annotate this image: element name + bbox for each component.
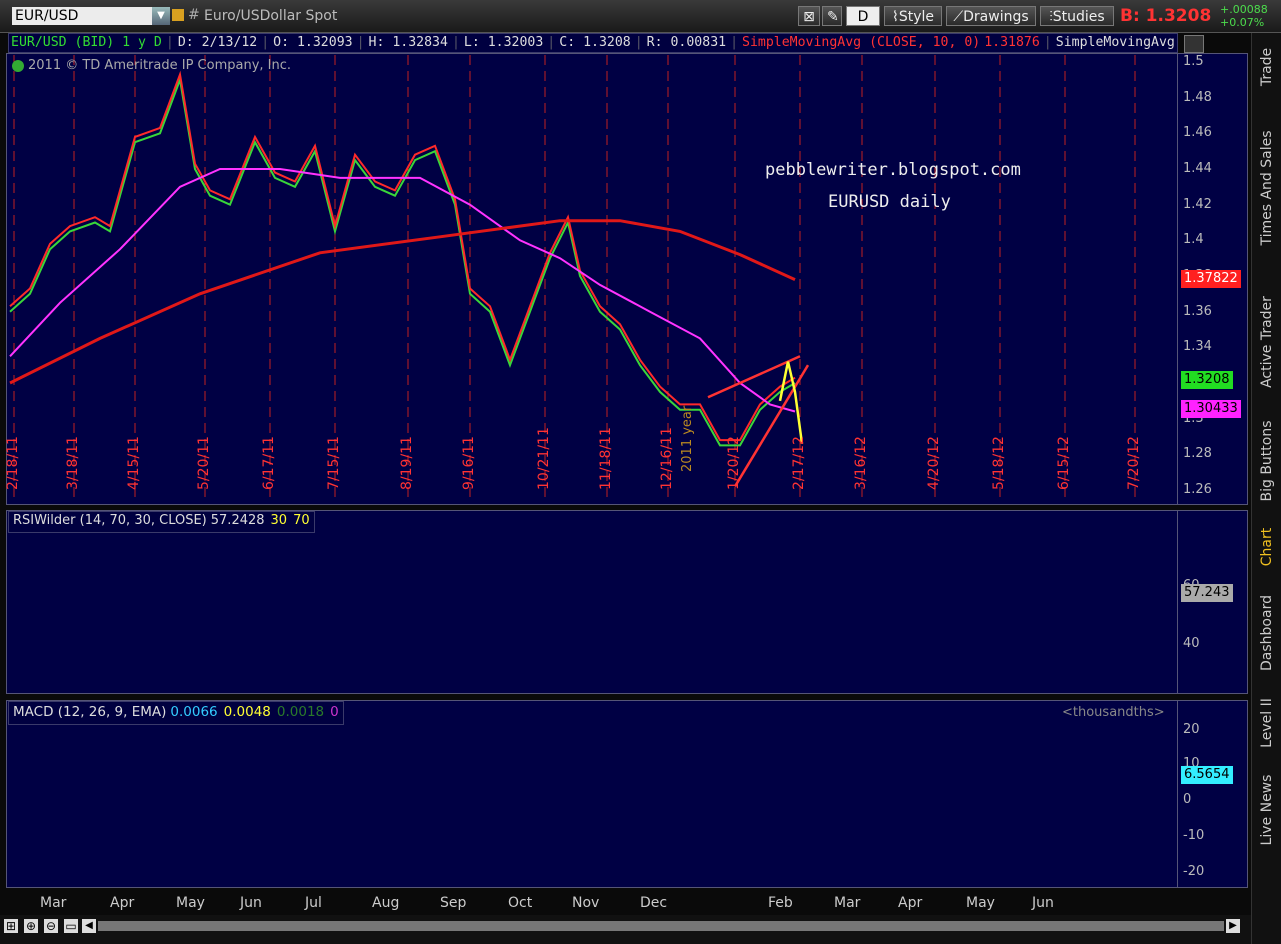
price-axis-label: 1.34 bbox=[1183, 339, 1212, 355]
price-axis-label: 1.4 bbox=[1183, 232, 1204, 248]
price-line bbox=[9, 75, 796, 447]
sma200-price-tag: 1.37822 bbox=[1181, 270, 1241, 288]
expiry-date-label: 6/17/11 bbox=[261, 436, 277, 490]
macd-diff-value: 0.0018 bbox=[276, 704, 325, 720]
projection-line bbox=[778, 361, 804, 444]
month-label: Mar bbox=[40, 895, 67, 911]
horizontal-scrollbar[interactable] bbox=[98, 921, 1224, 931]
macd-avg-value: 0.0048 bbox=[223, 704, 271, 720]
tab-dashboard[interactable]: Dashboard bbox=[1252, 583, 1281, 683]
month-label: Apr bbox=[898, 895, 923, 911]
rsi-oversold: 30 bbox=[270, 513, 288, 528]
expiry-date-label: 7/15/11 bbox=[326, 436, 342, 490]
month-label: Nov bbox=[572, 895, 600, 911]
rsi-overbought: 70 bbox=[293, 513, 310, 528]
month-label: Mar bbox=[834, 895, 861, 911]
month-label: Jun bbox=[1032, 895, 1054, 911]
macd-value-tag: 6.5654 bbox=[1181, 766, 1233, 784]
month-label: May bbox=[176, 895, 205, 911]
sma200-line bbox=[9, 219, 796, 385]
bottom-bar: ⊞ ⊕ ⊖ ▭ ◀ ▶ bbox=[0, 915, 1251, 944]
macd-units: <thousandths> bbox=[1062, 705, 1165, 720]
price-axis-label: 1.28 bbox=[1183, 446, 1212, 462]
rsi-panel bbox=[6, 510, 1178, 694]
grid-lines bbox=[13, 55, 1136, 503]
price-axis-label: 1.46 bbox=[1183, 125, 1212, 141]
watermark-url: pebblewriter.blogspot.com bbox=[765, 160, 1021, 180]
fit-icon[interactable]: ▭ bbox=[64, 919, 78, 933]
zoom-in-icon[interactable]: ⊕ bbox=[24, 919, 38, 933]
expiry-date-label: 9/16/11 bbox=[461, 436, 477, 490]
tab-times-and-sales[interactable]: Times And Sales bbox=[1252, 103, 1281, 273]
price-axis-label: 1.26 bbox=[1183, 482, 1212, 497]
watermark-label: EURUSD daily bbox=[828, 192, 951, 212]
tab-level-ii[interactable]: Level II bbox=[1252, 687, 1281, 759]
tab-active-trader[interactable]: Active Trader bbox=[1252, 277, 1281, 407]
expiry-date-label: 10/21/11 bbox=[536, 427, 552, 490]
macd-axis-label: -10 bbox=[1183, 828, 1205, 843]
scroll-left-icon[interactable]: ◀ bbox=[82, 919, 96, 933]
macd-axis-label: -20 bbox=[1183, 864, 1205, 879]
expiry-date-label: 5/20/11 bbox=[196, 436, 212, 490]
sma10-line bbox=[9, 70, 796, 442]
scroll-right-icon[interactable]: ▶ bbox=[1226, 919, 1240, 933]
expiry-date-label: 11/18/11 bbox=[598, 427, 614, 490]
sma50-line bbox=[9, 168, 796, 413]
month-label: Jul bbox=[305, 895, 322, 911]
month-label: Jun bbox=[240, 895, 262, 911]
month-label: Oct bbox=[508, 895, 533, 911]
rsi-axis bbox=[1178, 510, 1248, 694]
month-label: Aug bbox=[372, 895, 400, 911]
macd-axis-label: 0 bbox=[1183, 792, 1192, 807]
price-axis-label: 1.36 bbox=[1183, 303, 1212, 319]
macd-title: MACD (12, 26, 9, EMA) bbox=[13, 704, 167, 720]
rsi-axis-40: 40 bbox=[1183, 636, 1200, 651]
copyright-text: 2011 © TD Ameritrade IP Company, Inc. bbox=[28, 58, 292, 73]
right-rail: Trade Times And Sales Active Trader Big … bbox=[1251, 33, 1281, 944]
macd-panel bbox=[6, 700, 1178, 888]
expiry-date-label: 2/17/12 bbox=[791, 436, 807, 490]
macd-value: 0.0066 bbox=[170, 704, 218, 720]
expiry-date-label: 4/20/12 bbox=[926, 436, 942, 490]
price-axis-label: 1.48 bbox=[1183, 89, 1212, 105]
rsi-header: RSIWilder (14, 70, 30, CLOSE) 57.2428 30 70 bbox=[8, 511, 315, 533]
expiry-date-label: 8/19/11 bbox=[399, 436, 415, 490]
month-label: Dec bbox=[640, 895, 668, 911]
year-label: 2011 year bbox=[680, 405, 695, 472]
tab-live-news[interactable]: Live News bbox=[1252, 765, 1281, 855]
rsi-title: RSIWilder (14, 70, 30, CLOSE) bbox=[13, 513, 207, 528]
zoom-out-icon[interactable]: ⊖ bbox=[44, 919, 58, 933]
last-price-tag: 1.3208 bbox=[1181, 371, 1233, 389]
rsi-value: 57.2428 bbox=[210, 513, 265, 528]
expiry-date-label: 6/15/12 bbox=[1056, 436, 1072, 490]
expiry-date-label: 2/18/11 bbox=[5, 436, 21, 490]
price-axis-label: 1.44 bbox=[1183, 161, 1212, 176]
tab-chart[interactable]: Chart bbox=[1252, 517, 1281, 577]
td-logo-icon bbox=[12, 60, 24, 72]
expiry-date-label: 4/15/11 bbox=[126, 436, 142, 490]
macd-zero-value: 0 bbox=[330, 704, 339, 720]
price-axis-label: 1.42 bbox=[1183, 196, 1212, 212]
macd-header: MACD (12, 26, 9, EMA) 0.0066 0.0048 0.0018 0 bbox=[8, 701, 344, 725]
month-label: Apr bbox=[110, 895, 135, 911]
rsi-value-tag: 57.243 bbox=[1181, 584, 1233, 602]
sma50-price-tag: 1.30433 bbox=[1181, 400, 1241, 418]
price-axis-label: 1.5 bbox=[1183, 54, 1204, 69]
expiry-date-label: 3/16/12 bbox=[853, 436, 869, 490]
expiry-date-label: 7/20/12 bbox=[1126, 436, 1142, 490]
month-label: May bbox=[966, 895, 995, 911]
expiry-date-label: 1/20/12 bbox=[726, 436, 742, 490]
month-label: Sep bbox=[440, 895, 467, 911]
expiry-date-label: 3/18/11 bbox=[65, 436, 81, 490]
expiry-date-label: 5/18/12 bbox=[991, 436, 1007, 490]
expiry-date-label: 12/16/11 bbox=[659, 427, 675, 490]
tab-big-buttons[interactable]: Big Buttons bbox=[1252, 411, 1281, 511]
month-label: Feb bbox=[768, 895, 793, 911]
tab-trade[interactable]: Trade bbox=[1252, 37, 1281, 97]
expand-icon[interactable]: ⊞ bbox=[4, 919, 18, 933]
macd-axis-label: 20 bbox=[1183, 722, 1200, 737]
